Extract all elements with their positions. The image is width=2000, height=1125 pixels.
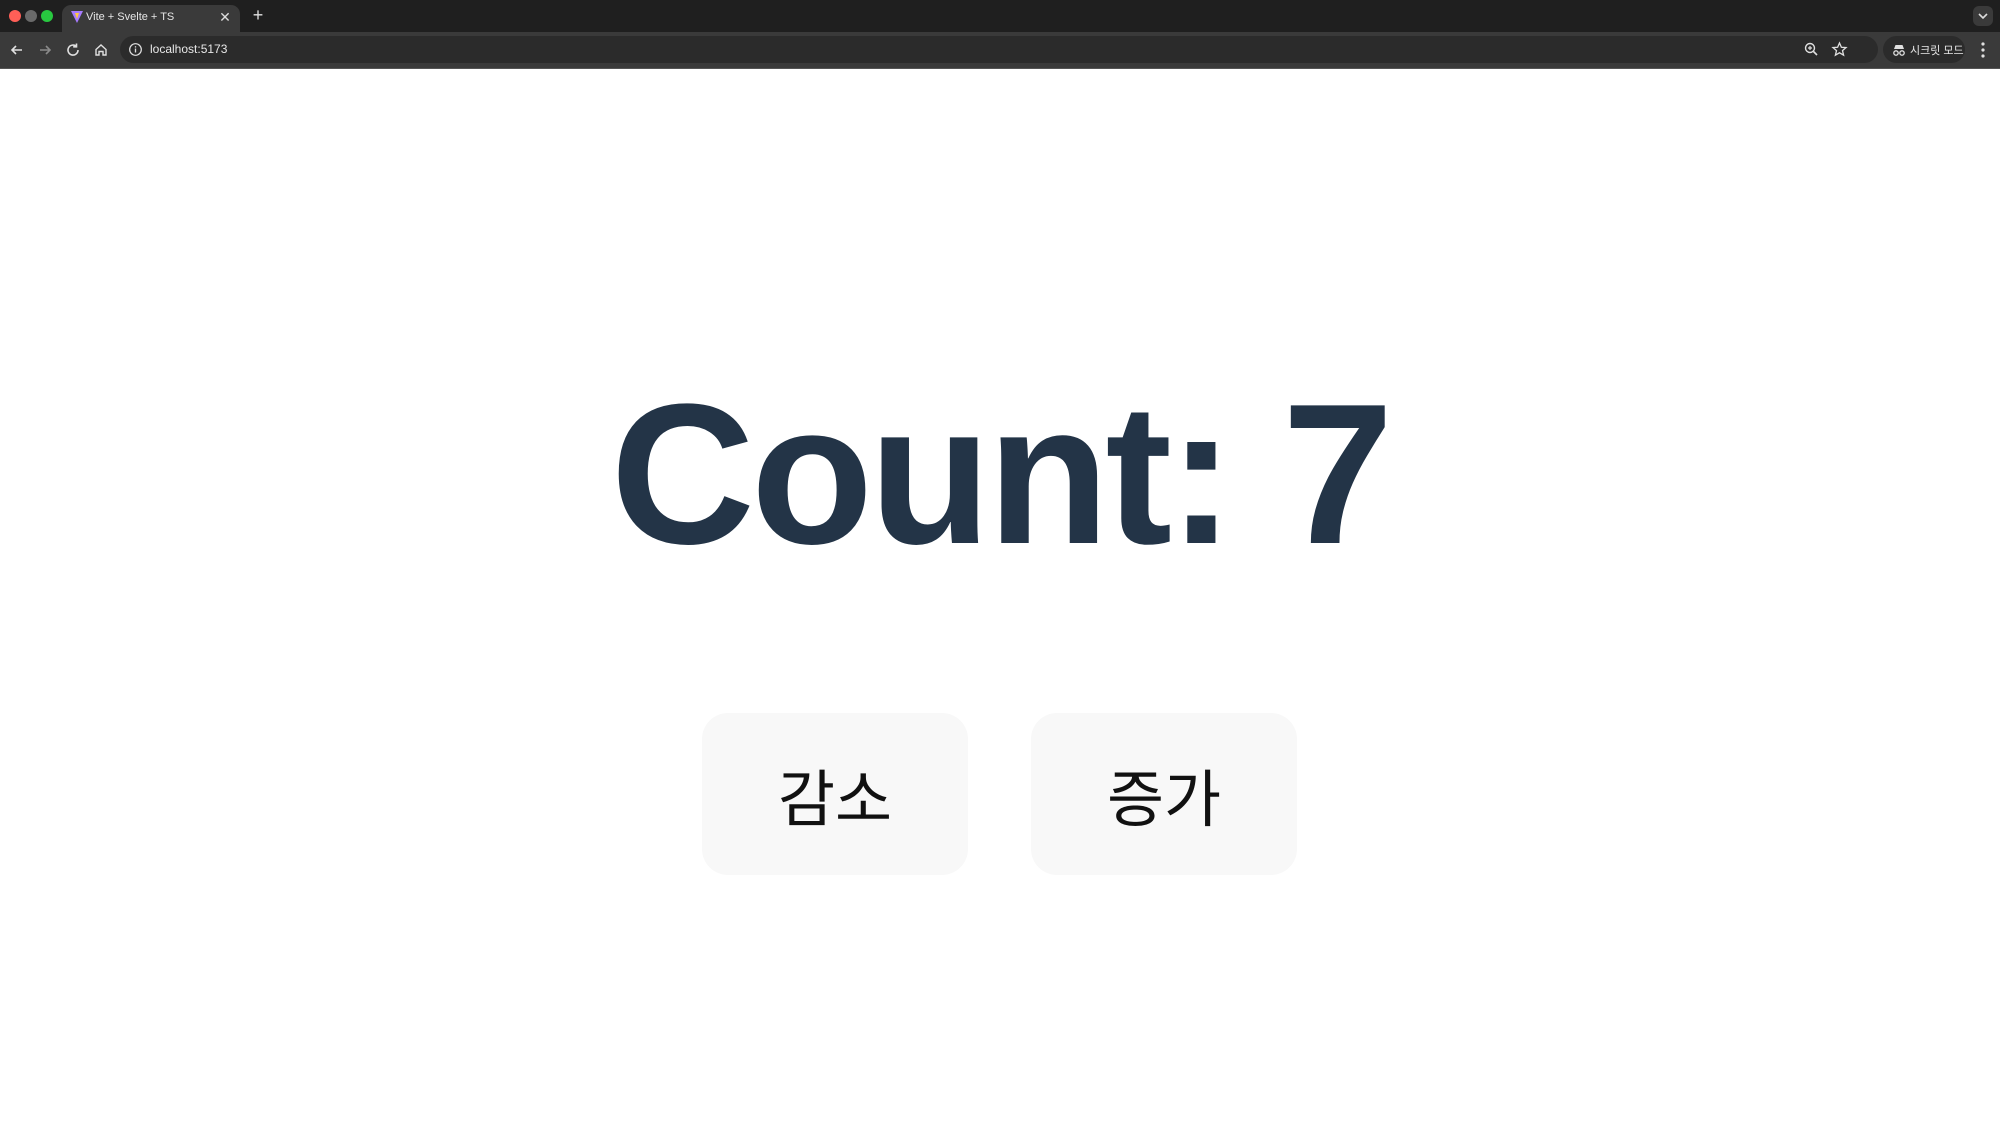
window-minimize-button[interactable] [25, 10, 37, 22]
url-text: localhost:5173 [150, 42, 228, 56]
decrement-button[interactable]: 감소 [702, 713, 968, 875]
window-close-button[interactable] [9, 10, 21, 22]
increment-button[interactable]: 증가 [1031, 713, 1297, 875]
plus-icon[interactable]: + [248, 5, 268, 25]
kebab-menu-icon[interactable] [1974, 40, 1992, 60]
browser-tab-bar: Vite + Svelte + TS ✕ + [0, 0, 2000, 32]
count-display: Count: 7 [610, 363, 1394, 586]
browser-toolbar: localhost:5173 시크릿 모드 [0, 32, 2000, 69]
window-maximize-button[interactable] [41, 10, 53, 22]
forward-arrow-icon [40, 45, 52, 55]
browser-tab[interactable]: Vite + Svelte + TS ✕ [62, 5, 240, 32]
back-button[interactable] [7, 40, 27, 60]
home-icon [95, 44, 107, 56]
back-arrow-icon [10, 45, 22, 55]
reload-button[interactable] [63, 40, 83, 60]
tab-title: Vite + Svelte + TS [86, 11, 175, 23]
info-icon[interactable] [128, 42, 143, 57]
chevron-down-icon [1978, 13, 1988, 20]
address-bar[interactable]: localhost:5173 [120, 36, 1878, 63]
incognito-indicator[interactable]: 시크릿 모드 [1883, 36, 1965, 63]
star-icon[interactable] [1831, 41, 1848, 58]
close-icon[interactable]: ✕ [216, 8, 234, 26]
incognito-label: 시크릿 모드 [1910, 45, 1964, 57]
incognito-icon [1893, 45, 1905, 56]
home-button[interactable] [91, 40, 111, 60]
tab-search-button[interactable] [1973, 6, 1993, 26]
vite-favicon-icon [71, 11, 83, 23]
forward-button[interactable] [35, 40, 55, 60]
reload-icon [67, 43, 79, 56]
zoom-icon[interactable] [1803, 41, 1820, 58]
